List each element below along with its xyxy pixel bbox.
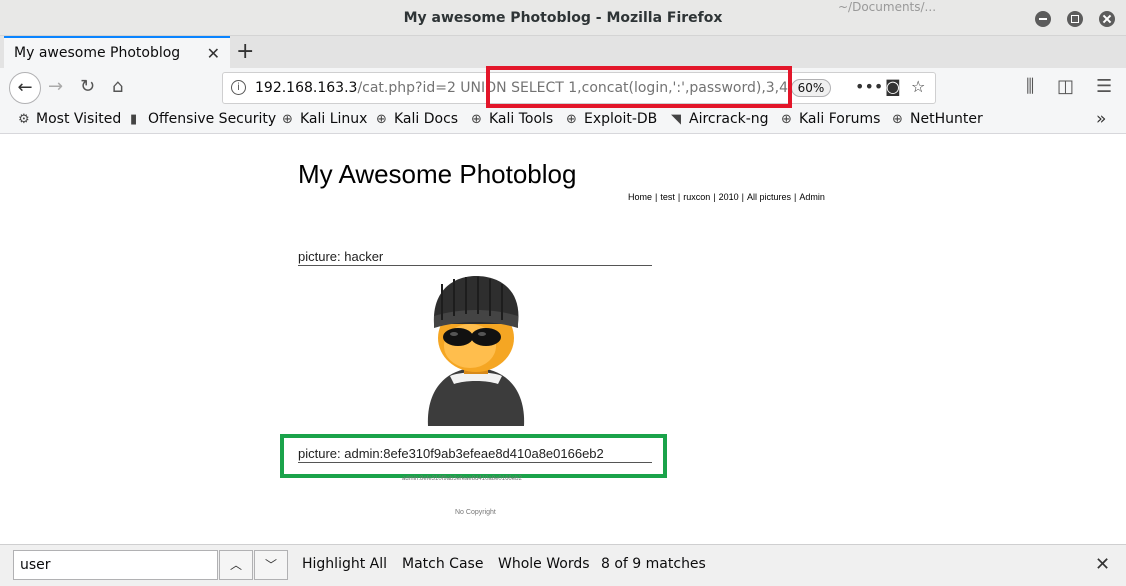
gear-icon: ⚙ xyxy=(18,112,30,127)
whole-words-toggle[interactable]: Whole Words xyxy=(498,556,590,572)
window-title: My awesome Photoblog - Mozilla Firefox xyxy=(403,10,723,26)
page-footer: No Copyright xyxy=(455,509,496,516)
site-title: My Awesome Photoblog xyxy=(298,159,577,189)
site-navigation: Home | test | ruxcon | 2010 | All pictures | Admin xyxy=(628,192,825,202)
pocket-icon[interactable]: ◙ xyxy=(885,77,901,96)
picture-heading-admin-hash: picture: admin:8efe310f9ab3efeae8d410a8e… xyxy=(298,446,652,463)
nav-link-home[interactable]: Home xyxy=(628,192,652,202)
back-button[interactable]: ← xyxy=(9,72,41,104)
find-previous-button[interactable]: ︿ xyxy=(219,550,253,580)
bookmark-kali-forums[interactable]: ⊕ Kali Forums xyxy=(781,111,880,127)
forward-button[interactable]: → xyxy=(48,76,63,97)
globe-icon: ⊕ xyxy=(781,112,792,127)
tab-bar: My awesome Photoblog ✕ + xyxy=(0,36,1126,68)
globe-icon: ⊕ xyxy=(566,112,577,127)
close-window-button[interactable] xyxy=(1099,11,1115,27)
tab-photoblog[interactable]: My awesome Photoblog ✕ xyxy=(4,36,230,68)
nav-link-2010[interactable]: 2010 xyxy=(719,192,739,202)
bookmark-kali-docs[interactable]: ⊕ Kali Docs xyxy=(376,111,458,127)
menu-icon[interactable]: ☰ xyxy=(1096,76,1112,97)
url-host: 192.168.163.3 xyxy=(255,80,358,96)
zoom-level-button[interactable]: 60% xyxy=(791,79,831,97)
nav-separator: | xyxy=(793,192,797,202)
nav-separator: | xyxy=(655,192,658,202)
match-case-toggle[interactable]: Match Case xyxy=(402,556,483,572)
page-actions-icon[interactable]: ••• xyxy=(855,77,883,96)
bookmark-most-visited[interactable]: ⚙ Most Visited xyxy=(18,111,121,127)
picture-heading-hacker: picture: hacker xyxy=(298,249,652,266)
info-icon[interactable]: i xyxy=(231,80,246,95)
bookmark-offensive-security[interactable]: ▮ Offensive Security xyxy=(130,111,276,127)
aircrack-icon: ◥ xyxy=(671,112,681,127)
globe-icon: ⊕ xyxy=(471,112,482,127)
minimize-button[interactable] xyxy=(1035,11,1051,27)
library-icon[interactable]: ⫼ xyxy=(1026,76,1034,97)
sidebar-icon[interactable]: ◫ xyxy=(1057,76,1074,97)
nav-separator: | xyxy=(741,192,744,202)
nav-link-admin[interactable]: Admin xyxy=(799,192,825,202)
home-button[interactable]: ⌂ xyxy=(112,76,123,97)
nav-link-ruxcon[interactable]: ruxcon xyxy=(683,192,710,202)
offsec-icon: ▮ xyxy=(130,112,138,127)
window-titlebar: ~/Documents/... My awesome Photoblog - M… xyxy=(0,0,1126,36)
close-find-bar-icon[interactable]: ✕ xyxy=(1095,554,1110,575)
hacker-image[interactable] xyxy=(420,276,532,432)
bookmark-aircrack-ng[interactable]: ◥ Aircrack-ng xyxy=(671,111,769,127)
find-status: 8 of 9 matches xyxy=(601,556,706,572)
globe-icon: ⊕ xyxy=(376,112,387,127)
close-tab-icon[interactable]: ✕ xyxy=(207,44,220,63)
globe-icon: ⊕ xyxy=(282,112,293,127)
find-bar: user ︿ ﹀ Highlight All Match Case Whole … xyxy=(0,544,1126,586)
new-tab-button[interactable]: + xyxy=(236,39,254,64)
bookmarks-overflow-icon[interactable]: » xyxy=(1096,109,1106,129)
red-highlight-annotation xyxy=(486,66,792,108)
bookmark-nethunter[interactable]: ⊕ NetHunter xyxy=(892,111,983,127)
bookmark-kali-tools[interactable]: ⊕ Kali Tools xyxy=(471,111,553,127)
nav-link-all-pictures[interactable]: All pictures xyxy=(747,192,791,202)
bookmark-kali-linux[interactable]: ⊕ Kali Linux xyxy=(282,111,367,127)
nav-separator: | xyxy=(713,192,716,202)
find-next-button[interactable]: ﹀ xyxy=(254,550,288,580)
highlight-all-toggle[interactable]: Highlight All xyxy=(302,556,387,572)
bookmark-exploit-db[interactable]: ⊕ Exploit-DB xyxy=(566,111,657,127)
find-input[interactable]: user xyxy=(13,550,218,580)
maximize-button[interactable] xyxy=(1067,11,1083,27)
nav-separator: | xyxy=(677,192,681,202)
tab-label: My awesome Photoblog xyxy=(14,45,181,61)
bookmark-star-icon[interactable]: ☆ xyxy=(911,77,925,96)
reload-button[interactable]: ↻ xyxy=(80,76,95,97)
globe-icon: ⊕ xyxy=(892,112,903,127)
bookmarks-toolbar: ⚙ Most Visited ▮ Offensive Security ⊕ Kali … xyxy=(0,108,1126,134)
nav-link-test[interactable]: test xyxy=(660,192,675,202)
picture-caption: admin:8efe310f9ab3efeae8d410a8e0166eb2 xyxy=(402,476,522,482)
page-content: My Awesome Photoblog Home | test | ruxcon | 20… xyxy=(5,134,1121,544)
